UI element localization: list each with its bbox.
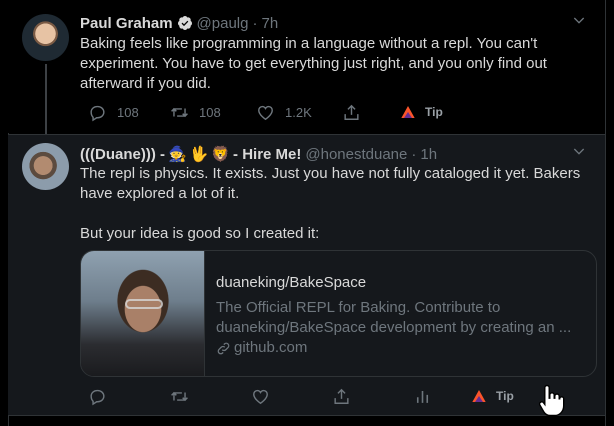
- verified-badge-icon: [177, 16, 192, 30]
- like-count: 1.2K: [285, 104, 312, 120]
- share-icon: [344, 104, 359, 120]
- chevron-down-icon[interactable]: [571, 143, 587, 159]
- link-card[interactable]: duaneking/BakeSpace The Official REPL fo…: [80, 250, 597, 377]
- share-button[interactable]: [332, 386, 351, 406]
- tweet-text-line: Baking feels like programming in a langu…: [80, 35, 538, 52]
- link-card-title: duaneking/BakeSpace: [216, 274, 367, 291]
- author-handle[interactable]: @honestduane: [305, 146, 407, 163]
- tweet-paulg[interactable]: Paul Graham @paulg · 7h Baking feels lik…: [8, 0, 605, 136]
- header-separator: ·: [411, 145, 417, 163]
- like-button[interactable]: 1.2K: [256, 102, 312, 122]
- tip-button[interactable]: Tip: [471, 386, 514, 406]
- author-handle[interactable]: @paulg: [197, 15, 249, 32]
- tweet-text-line: afterward if you did.: [80, 75, 211, 92]
- tip-label: Tip: [425, 105, 443, 119]
- tweet-timestamp[interactable]: 1h: [420, 146, 437, 163]
- retweet-icon: [171, 391, 188, 401]
- avatar-paulg[interactable]: [22, 14, 69, 61]
- like-icon: [253, 389, 268, 404]
- like-button[interactable]: [251, 386, 270, 406]
- reply-count: 108: [117, 104, 139, 120]
- share-button[interactable]: [342, 102, 361, 122]
- retweet-button[interactable]: [170, 386, 189, 406]
- chevron-down-icon[interactable]: [571, 12, 587, 28]
- tweet-text-line: have explored a lot of it.: [80, 185, 240, 202]
- reply-icon: [90, 389, 105, 405]
- tweet-honestduane[interactable]: (((Duane))) - 🧙 🖖 🦁 - Hire Me! @honestdu…: [8, 134, 605, 416]
- link-card-image: [81, 251, 205, 376]
- author-name-prefix[interactable]: (((Duane))) -: [80, 146, 165, 163]
- tweet-actions: Tip: [80, 386, 550, 406]
- retweet-count: 108: [199, 104, 221, 120]
- tweet-text-line: experiment. You have to get everything j…: [80, 55, 547, 72]
- author-name-suffix[interactable]: - Hire Me!: [233, 146, 301, 163]
- link-icon: [217, 342, 230, 354]
- tweet-text: The repl is physics. It exists. Just you…: [80, 164, 590, 244]
- tweet-header: Paul Graham @paulg · 7h: [80, 13, 278, 33]
- emoji-mage: 🧙: [167, 146, 187, 163]
- link-card-domain-text: github.com: [234, 339, 308, 356]
- emoji-lion: 🦁: [211, 146, 231, 163]
- retweet-icon: [171, 107, 188, 117]
- reply-button[interactable]: 108: [88, 102, 139, 122]
- link-card-body: duaneking/BakeSpace The Official REPL fo…: [216, 273, 586, 358]
- card-image-glasses: [125, 299, 163, 309]
- brave-tip-icon: [472, 390, 486, 402]
- tweet-header: (((Duane))) - 🧙 🖖 🦁 - Hire Me! @honestdu…: [80, 144, 437, 164]
- share-icon: [334, 388, 349, 404]
- tweet-text-line: The repl is physics. It exists. Just you…: [80, 165, 581, 182]
- tip-button[interactable]: Tip: [400, 102, 443, 122]
- reply-icon: [90, 105, 105, 121]
- reply-button[interactable]: [88, 386, 107, 406]
- hand-cursor-icon: [538, 384, 565, 417]
- link-card-description: duaneking/BakeSpace development by creat…: [216, 319, 572, 336]
- link-card-description: The Official REPL for Baking. Contribute…: [216, 299, 501, 316]
- avatar-honestduane[interactable]: [22, 143, 69, 190]
- retweet-button[interactable]: 108: [170, 102, 221, 122]
- tip-label: Tip: [496, 389, 514, 403]
- like-icon: [258, 105, 273, 120]
- analytics-icon: [416, 390, 429, 403]
- timeline: Paul Graham @paulg · 7h Baking feels lik…: [0, 0, 614, 426]
- tweet-text-line: But your idea is good so I created it:: [80, 225, 320, 242]
- tweet-text: Baking feels like programming in a langu…: [80, 34, 590, 94]
- tweet-actions: 108 108 1.2K Tip: [80, 102, 550, 122]
- emoji-vulcan-salute: 🖖: [189, 146, 209, 163]
- thread-connector-line: [45, 64, 47, 136]
- tweet-timestamp[interactable]: 7h: [261, 15, 278, 32]
- brave-tip-icon: [401, 106, 415, 118]
- timeline-border-right: [605, 0, 606, 426]
- link-card-domain: github.com: [216, 338, 586, 358]
- author-name[interactable]: Paul Graham: [80, 15, 173, 32]
- analytics-button[interactable]: [413, 386, 432, 406]
- header-separator: ·: [252, 14, 258, 32]
